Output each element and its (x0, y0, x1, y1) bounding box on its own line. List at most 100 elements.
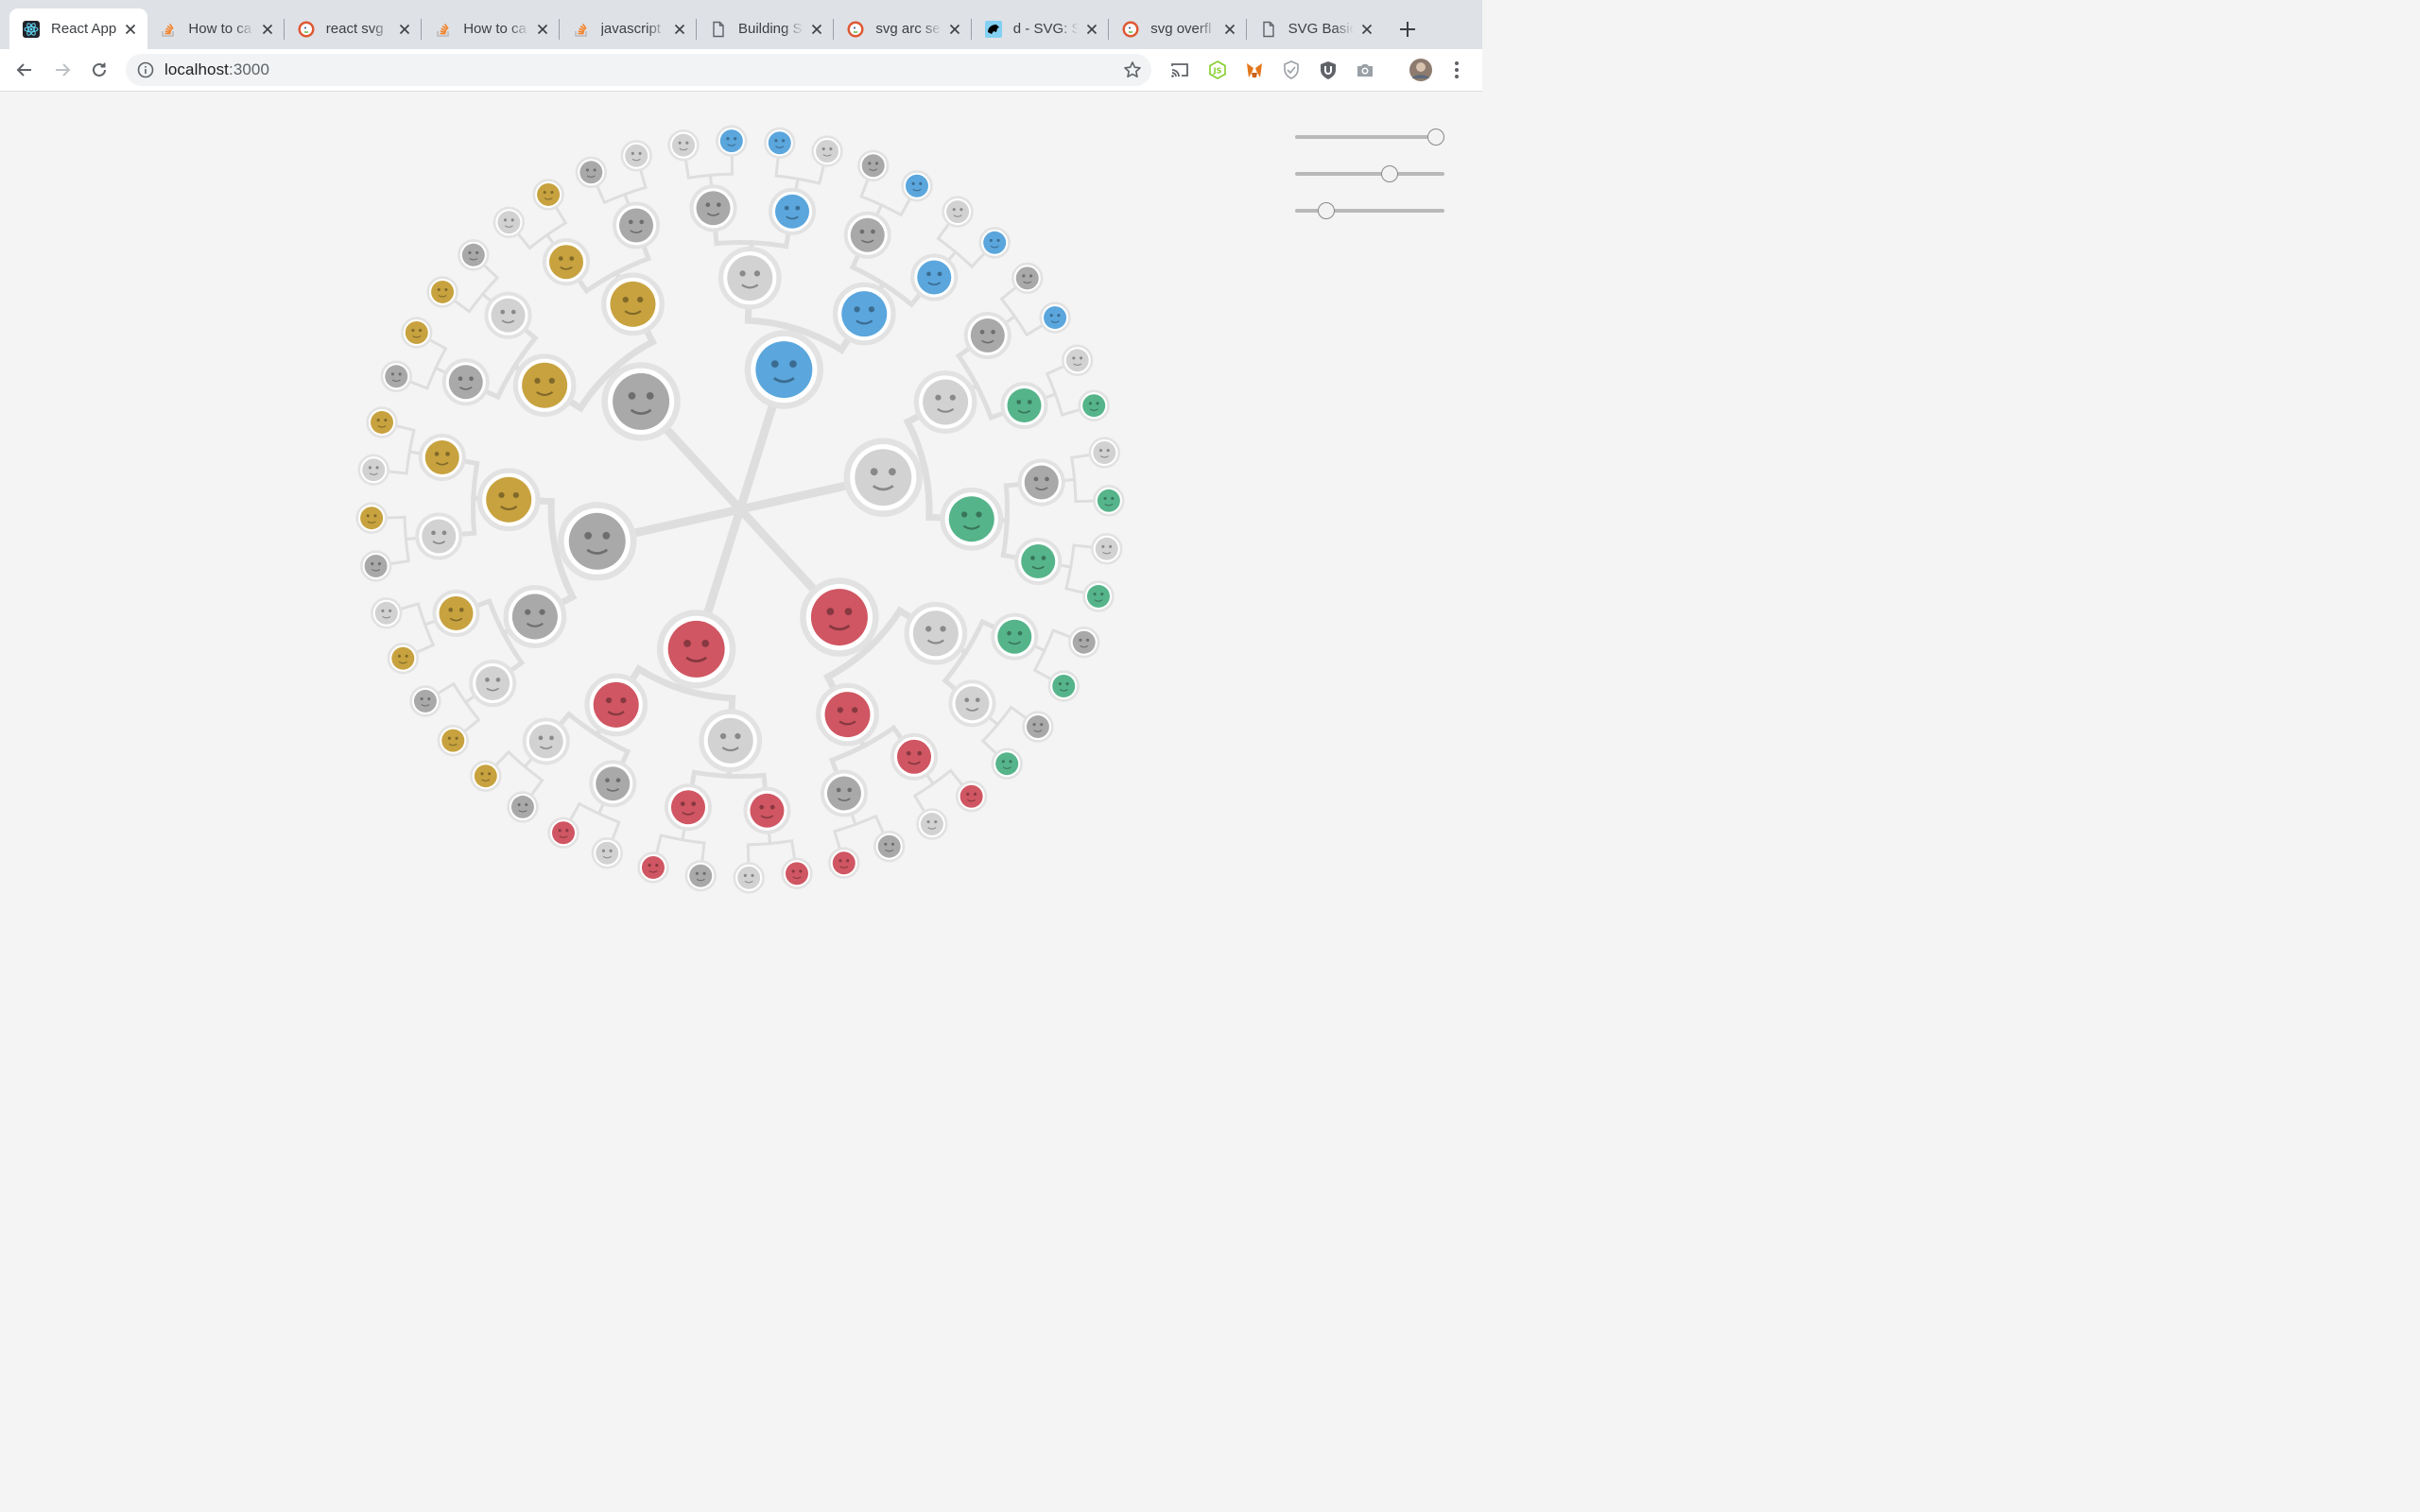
tree-node-yellow[interactable] (542, 238, 591, 286)
tree-node-gray[interactable] (558, 502, 637, 581)
tree-node-gray[interactable] (1068, 627, 1100, 659)
tree-node-red[interactable] (955, 781, 988, 813)
tree-node-yellow[interactable] (532, 179, 564, 211)
tree-node-red[interactable] (637, 851, 669, 884)
tree-node-yellow[interactable] (512, 353, 577, 418)
tree-node-lightgray[interactable] (371, 597, 403, 629)
reload-button[interactable] (86, 57, 112, 83)
tree-node-lightgray[interactable] (357, 454, 389, 486)
ublock-icon[interactable] (1317, 59, 1340, 81)
tree-node-teal[interactable] (991, 612, 1039, 661)
tree-node-gray[interactable] (380, 360, 412, 392)
tree-node-gray[interactable] (684, 860, 717, 892)
slider-track[interactable] (1295, 135, 1444, 139)
tree-node-blue[interactable] (832, 282, 896, 346)
tree-node-gray[interactable] (601, 362, 681, 441)
tree-node-gray[interactable] (441, 358, 490, 406)
tree-node-yellow[interactable] (601, 272, 665, 336)
tree-node-blue[interactable] (901, 170, 933, 202)
back-button[interactable] (11, 57, 38, 83)
new-tab-button[interactable] (1395, 17, 1420, 42)
cast-icon[interactable] (1168, 59, 1191, 81)
tree-node-gray[interactable] (409, 685, 441, 717)
tree-node-red[interactable] (800, 577, 879, 657)
tree-node-gray[interactable] (1011, 262, 1044, 295)
tab-3[interactable]: react svg (285, 9, 422, 49)
close-icon[interactable] (1222, 22, 1237, 37)
slider-thumb[interactable] (1427, 129, 1444, 146)
tree-node-lightgray[interactable] (484, 291, 532, 339)
profile-avatar[interactable] (1408, 57, 1434, 83)
info-icon[interactable] (137, 61, 154, 78)
tree-node-gray[interactable] (857, 149, 890, 181)
metamask-icon[interactable] (1243, 59, 1266, 81)
tree-node-red[interactable] (584, 673, 648, 737)
tree-node-blue[interactable] (910, 253, 959, 301)
tree-node-lightgray[interactable] (913, 370, 977, 434)
close-icon[interactable] (260, 22, 275, 37)
tree-node-gray[interactable] (613, 201, 661, 249)
nodejs-icon[interactable]: JS (1206, 59, 1229, 81)
tree-node-red[interactable] (890, 732, 939, 781)
tab-8[interactable]: d - SVG: S (972, 9, 1109, 49)
tree-node-lightgray[interactable] (942, 196, 974, 228)
close-icon[interactable] (672, 22, 687, 37)
tab-5[interactable]: javascript (560, 9, 697, 49)
tree-node-lightgray[interactable] (717, 246, 782, 310)
tree-node-blue[interactable] (764, 127, 796, 159)
tree-node-lightgray[interactable] (493, 206, 526, 238)
tree-node-lightgray[interactable] (733, 862, 765, 894)
tree-node-gray[interactable] (689, 184, 737, 232)
tree-node-red[interactable] (656, 610, 736, 689)
camera-icon[interactable] (1354, 59, 1376, 81)
tree-node-yellow[interactable] (476, 468, 541, 532)
tree-node-lightgray[interactable] (620, 140, 652, 172)
tree-node-blue[interactable] (716, 125, 748, 157)
tree-node-teal[interactable] (1047, 670, 1080, 702)
tree-node-gray[interactable] (963, 311, 1011, 360)
tree-node-yellow[interactable] (355, 502, 388, 534)
close-icon[interactable] (1084, 22, 1099, 37)
tree-node-red[interactable] (816, 682, 879, 747)
tree-node-teal[interactable] (1093, 485, 1125, 517)
close-icon[interactable] (123, 22, 138, 37)
tree-node-lightgray[interactable] (522, 717, 570, 765)
tree-node-lightgray[interactable] (667, 129, 700, 162)
bookmark-star-icon[interactable] (1123, 60, 1142, 79)
tree-node-teal[interactable] (1082, 580, 1115, 612)
shield-icon[interactable] (1280, 59, 1303, 81)
forward-button[interactable] (49, 57, 76, 83)
menu-button[interactable] (1445, 59, 1468, 81)
tree-node-teal[interactable] (940, 487, 1004, 551)
tree-node-red[interactable] (547, 816, 579, 849)
tab-1[interactable]: React App (9, 9, 148, 49)
tab-7[interactable]: svg arc se (834, 9, 971, 49)
tree-node-yellow[interactable] (437, 724, 469, 757)
tree-node-gray[interactable] (359, 550, 392, 582)
tree-node-gray[interactable] (873, 831, 906, 863)
close-icon[interactable] (397, 22, 412, 37)
close-icon[interactable] (947, 22, 962, 37)
tree-node-yellow[interactable] (387, 643, 419, 675)
tree-node-gray[interactable] (575, 156, 607, 188)
tree-node-yellow[interactable] (426, 276, 458, 308)
tree-node-lightgray[interactable] (1062, 344, 1094, 376)
close-icon[interactable] (809, 22, 824, 37)
tab-9[interactable]: svg overfl (1109, 9, 1246, 49)
tab-6[interactable]: Building S (697, 9, 834, 49)
tree-node-gray[interactable] (1022, 711, 1054, 743)
slider-3[interactable] (1295, 200, 1444, 221)
tree-node-gray[interactable] (589, 760, 637, 808)
tree-node-gray[interactable] (843, 211, 891, 259)
tree-node-lightgray[interactable] (469, 659, 517, 708)
tree-node-yellow[interactable] (432, 589, 480, 637)
close-icon[interactable] (535, 22, 550, 37)
tree-node-lightgray[interactable] (699, 709, 763, 773)
tree-node-blue[interactable] (1039, 301, 1071, 334)
tree-node-red[interactable] (743, 786, 791, 834)
tree-node-lightgray[interactable] (415, 512, 463, 560)
tree-node-blue[interactable] (768, 187, 817, 235)
tab-2[interactable]: How to ca (147, 9, 284, 49)
tree-node-red[interactable] (664, 783, 713, 832)
tree-node-gray[interactable] (503, 585, 567, 648)
